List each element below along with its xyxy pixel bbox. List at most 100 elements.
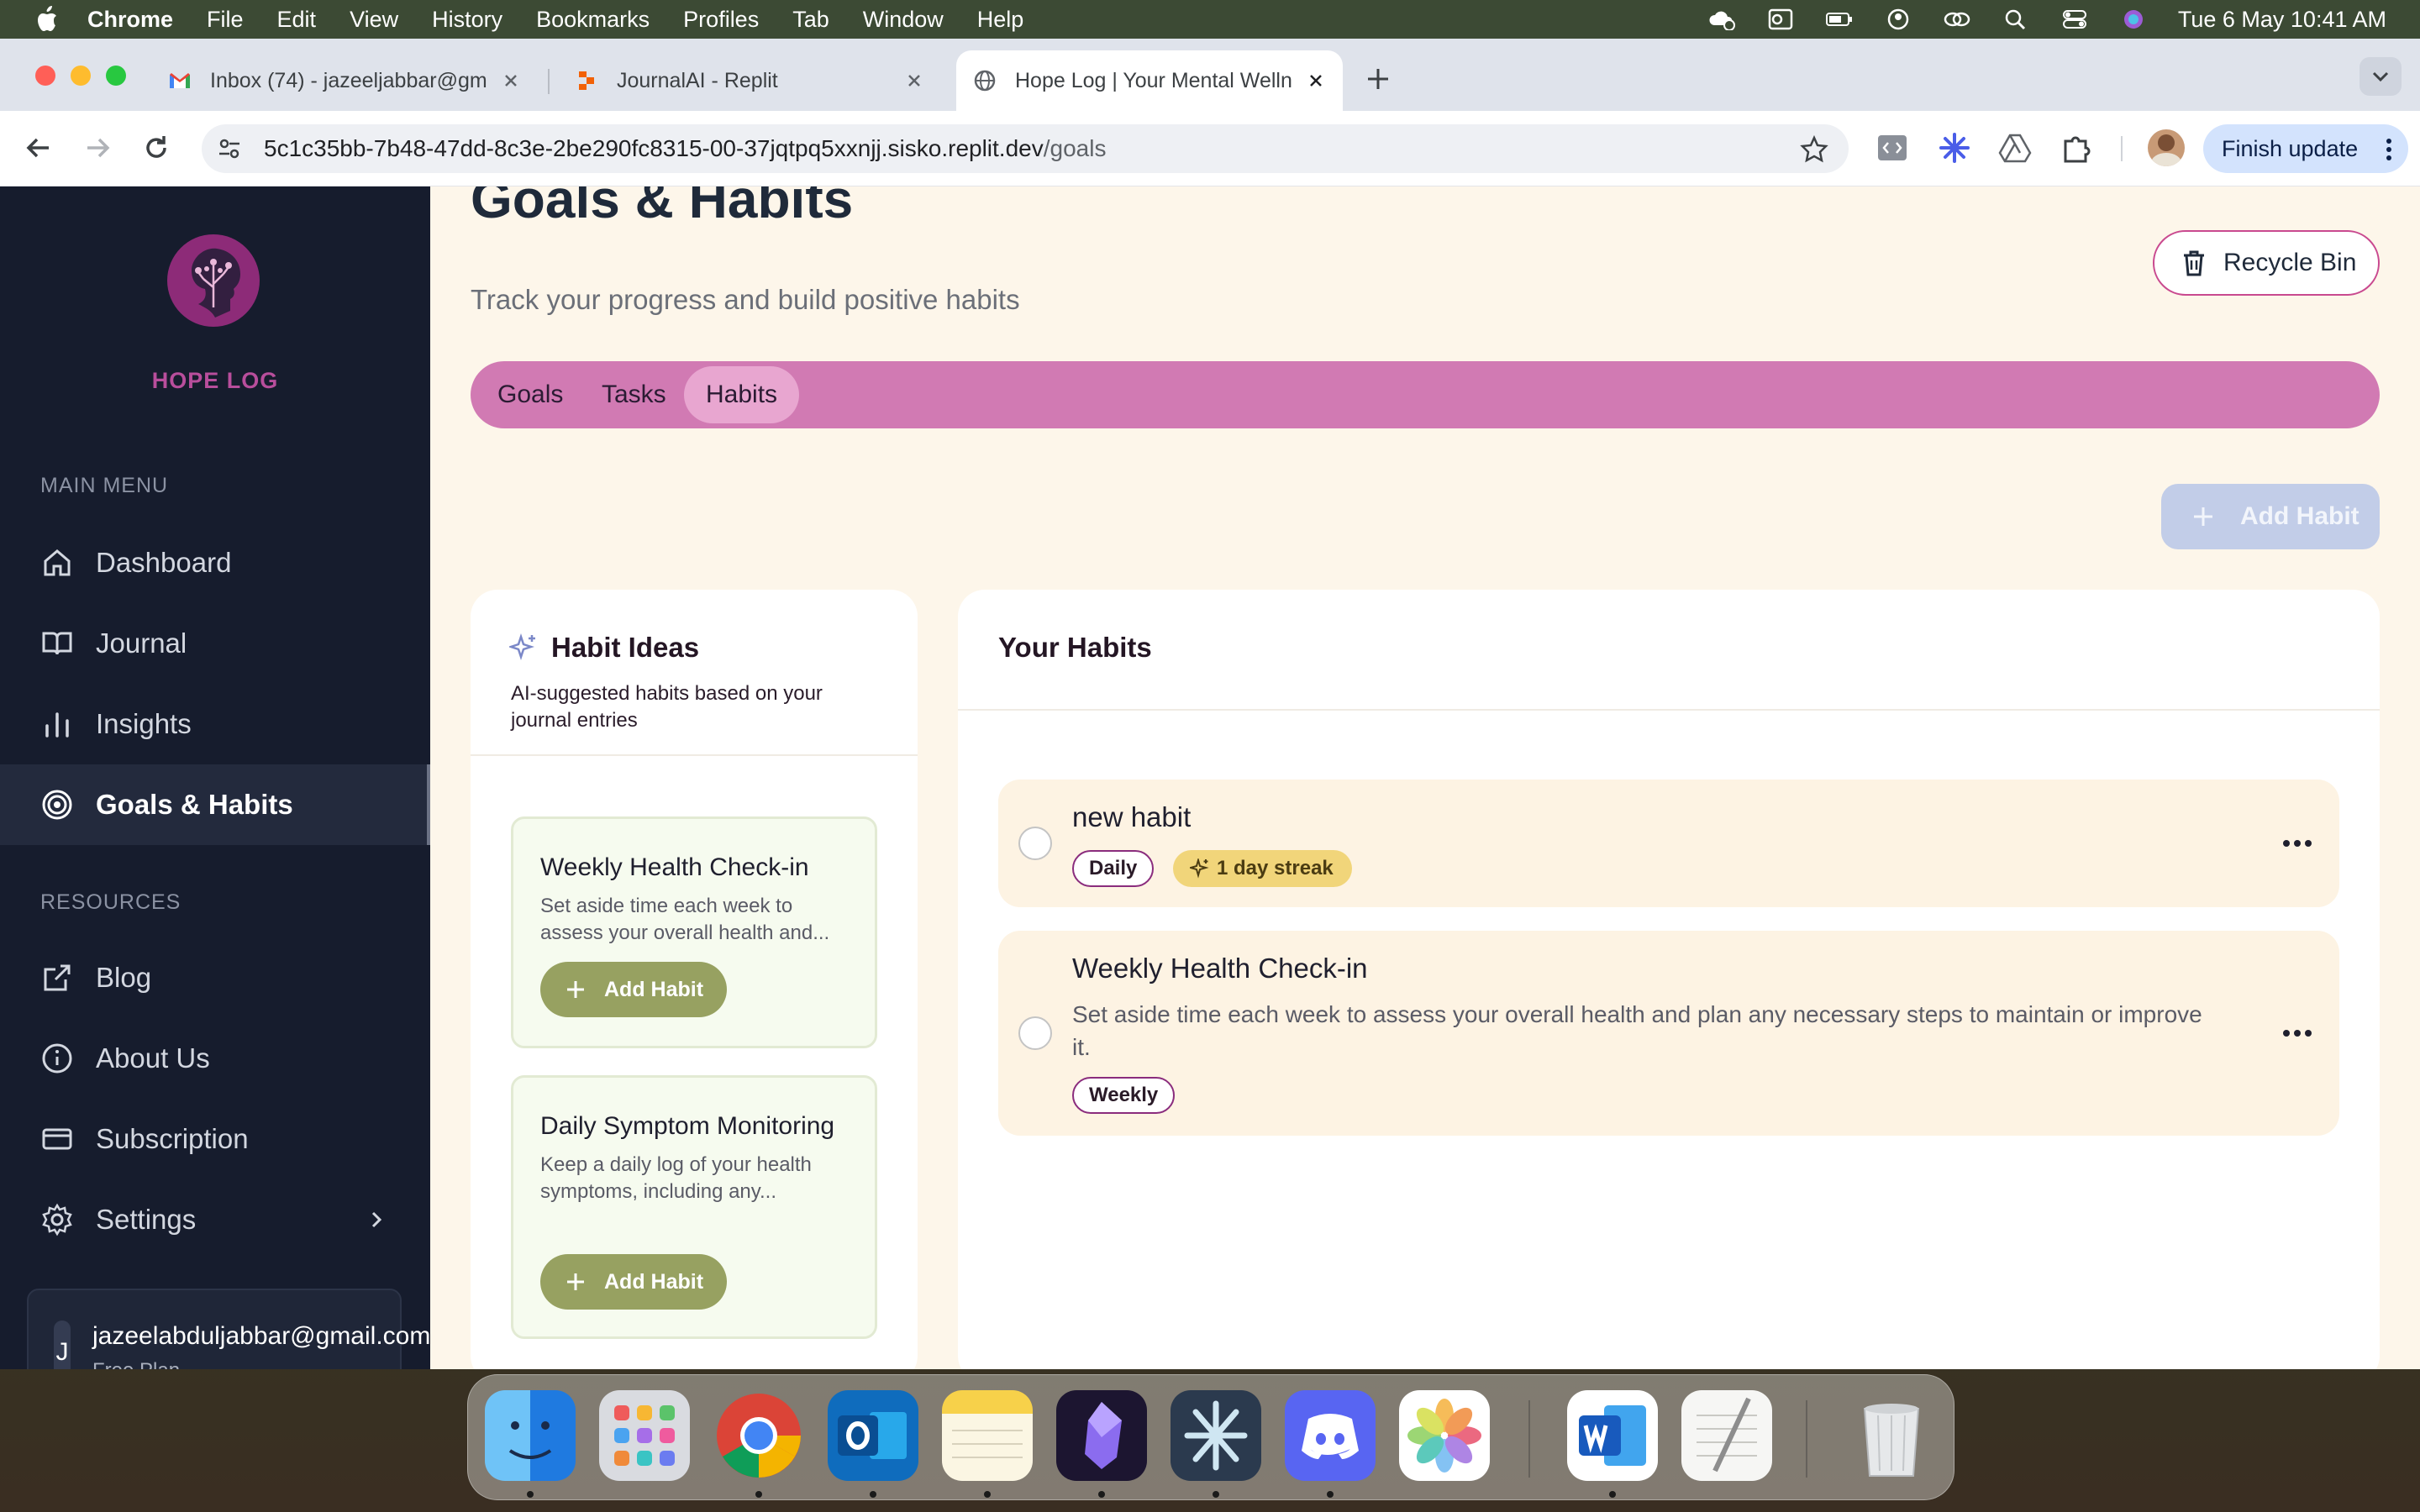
sidebar-item-blog[interactable]: Blog — [0, 937, 430, 1018]
menu-file[interactable]: File — [207, 7, 244, 33]
textedit-icon[interactable] — [1681, 1390, 1772, 1481]
spotlight-search-icon[interactable] — [2002, 8, 2030, 30]
menu-help[interactable]: Help — [977, 7, 1024, 33]
profile-avatar[interactable] — [2148, 129, 2185, 166]
tab-goals[interactable]: Goals — [497, 361, 563, 428]
habit-item[interactable]: new habit Daily 1 day streak — [998, 780, 2339, 907]
menu-edit[interactable]: Edit — [277, 7, 317, 33]
tab-tasks[interactable]: Tasks — [602, 361, 666, 428]
sidebar-item-dashboard[interactable]: Dashboard — [0, 522, 430, 603]
macos-dock — [467, 1374, 1954, 1500]
window-minimize-button[interactable] — [71, 66, 91, 86]
launchpad-icon[interactable] — [599, 1390, 690, 1481]
tab-journalai-replit[interactable]: JournalAI - Replit — [558, 50, 941, 111]
idea-add-habit-label: Add Habit — [604, 977, 704, 1001]
drive-extension-icon[interactable] — [1998, 131, 2032, 165]
menu-profiles[interactable]: Profiles — [683, 7, 759, 33]
devtools-extension-icon[interactable] — [1876, 131, 1909, 165]
sidebar-item-settings[interactable]: Settings — [0, 1179, 430, 1260]
window-zoom-button[interactable] — [106, 66, 126, 86]
trash-icon[interactable] — [1846, 1390, 1937, 1481]
sidebar-item-label: Insights — [96, 708, 192, 739]
word-icon[interactable] — [1567, 1390, 1658, 1481]
credit-card-icon — [42, 1128, 72, 1150]
new-tab-icon[interactable] — [1363, 64, 1393, 94]
snowflake-extension-icon[interactable] — [1938, 131, 1971, 165]
menu-tab[interactable]: Tab — [792, 7, 829, 33]
recycle-bin-button[interactable]: Recycle Bin — [2153, 230, 2380, 296]
chrome-icon[interactable] — [713, 1390, 804, 1481]
sidebar-item-about-us[interactable]: About Us — [0, 1018, 430, 1099]
resources-label: RESOURCES — [40, 890, 182, 914]
bookmark-star-icon[interactable] — [1800, 135, 1828, 164]
plus-icon — [2194, 507, 2212, 526]
menu-bar-clock[interactable]: Tue 6 May 10:41 AM — [2178, 7, 2386, 33]
close-icon[interactable] — [1306, 71, 1326, 91]
idea-add-habit-button[interactable]: Add Habit — [540, 1254, 727, 1310]
obsidian-icon[interactable] — [1056, 1390, 1147, 1481]
puzzle-extensions-icon[interactable] — [2059, 131, 2092, 165]
apple-logo-icon[interactable] — [34, 5, 59, 34]
outlook-icon[interactable] — [828, 1390, 918, 1481]
sidebar-item-subscription[interactable]: Subscription — [0, 1099, 430, 1179]
site-settings-icon[interactable] — [217, 136, 242, 161]
address-bar[interactable]: 5c1c35bb-7b48-47dd-8c3e-2be290fc8315-00-… — [202, 124, 1849, 173]
divider — [958, 709, 2380, 711]
user-account-icon[interactable] — [1884, 8, 1912, 30]
sidebar-item-insights[interactable]: Insights — [0, 684, 430, 764]
idea-add-habit-label: Add Habit — [604, 1269, 704, 1294]
notes-icon[interactable] — [942, 1390, 1033, 1481]
user-profile-card[interactable]: J jazeelabduljabbar@gmail.com Free Plan — [27, 1289, 430, 1369]
menu-chrome[interactable]: Chrome — [87, 7, 173, 33]
tab-gmail-inbox[interactable]: Inbox (74) - jazeeljabbar@gm — [151, 50, 538, 111]
window-close-button[interactable] — [35, 66, 55, 86]
habit-description: Set aside time each week to assess your … — [1072, 1001, 2202, 1060]
habit-item[interactable]: Weekly Health Check-in Set aside time ea… — [998, 931, 2339, 1136]
sidebar-item-goals-habits[interactable]: Goals & Habits — [0, 764, 430, 845]
macos-menu-bar: Chrome File Edit View History Bookmarks … — [0, 0, 2420, 39]
finder-icon[interactable] — [485, 1390, 576, 1481]
add-habit-label: Add Habit — [2240, 502, 2360, 530]
outlook-menu-icon[interactable] — [1766, 8, 1795, 30]
globe-icon — [974, 70, 996, 92]
replit-icon — [579, 71, 594, 90]
perplexity-icon[interactable] — [1171, 1390, 1261, 1481]
menu-view[interactable]: View — [350, 7, 398, 33]
add-habit-button[interactable]: Add Habit — [2161, 484, 2380, 549]
control-center-icon[interactable] — [2060, 8, 2089, 30]
close-icon[interactable] — [904, 71, 924, 91]
menu-history[interactable]: History — [432, 7, 502, 33]
finish-update-button[interactable]: Finish update — [2203, 124, 2408, 173]
siri-icon[interactable] — [2119, 8, 2148, 30]
idea-add-habit-button[interactable]: Add Habit — [540, 962, 727, 1017]
photos-icon[interactable] — [1399, 1390, 1490, 1481]
menu-bookmarks[interactable]: Bookmarks — [536, 7, 650, 33]
more-horizontal-icon[interactable] — [2282, 1029, 2312, 1037]
dock-running-indicator — [1098, 1491, 1105, 1498]
tab-strip: Inbox (74) - jazeeljabbar@gm JournalAI -… — [0, 39, 2420, 111]
tab-search-button[interactable] — [2360, 57, 2402, 96]
reload-icon[interactable] — [138, 129, 175, 166]
cloud-sync-icon[interactable] — [1707, 8, 1736, 30]
discord-icon[interactable] — [1285, 1390, 1376, 1481]
hope-log-logo-icon[interactable] — [165, 232, 262, 329]
plus-icon — [567, 981, 584, 998]
tab-title: Hope Log | Your Mental Welln — [1015, 68, 1292, 92]
tab-hope-log[interactable]: Hope Log | Your Mental Welln — [956, 50, 1343, 111]
page-title: Goals & Habits — [471, 186, 854, 229]
bar-chart-icon — [45, 712, 69, 738]
close-icon[interactable] — [501, 71, 521, 91]
habit-complete-checkbox[interactable] — [1018, 1016, 1052, 1050]
idea-description: Keep a daily log of your health symptoms… — [540, 1153, 812, 1203]
sidebar-item-journal[interactable]: Journal — [0, 603, 430, 684]
habit-complete-checkbox[interactable] — [1018, 827, 1052, 860]
tab-habits[interactable]: Habits — [684, 366, 800, 423]
screen-mirroring-icon[interactable] — [1943, 8, 1971, 30]
forward-arrow-icon[interactable] — [79, 129, 116, 166]
menu-window[interactable]: Window — [863, 7, 944, 33]
back-arrow-icon[interactable] — [20, 129, 57, 166]
external-link-icon — [44, 964, 71, 991]
sidebar-item-label: Subscription — [96, 1123, 249, 1154]
more-horizontal-icon[interactable] — [2282, 839, 2312, 848]
battery-icon[interactable] — [1825, 8, 1854, 30]
